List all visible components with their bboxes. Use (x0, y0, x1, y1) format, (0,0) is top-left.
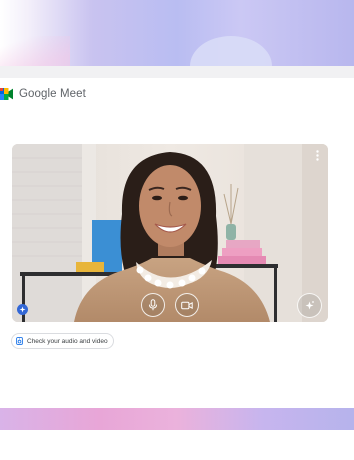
video-camera-icon (181, 301, 193, 309)
camera-toggle-button[interactable] (175, 293, 199, 317)
speaker-check-icon (16, 337, 23, 345)
top-background-gradient (0, 0, 354, 96)
visual-effects-badge[interactable] (17, 304, 28, 315)
bottom-base (0, 430, 354, 460)
microphone-toggle-button[interactable] (141, 293, 165, 317)
bottom-background-gradient (0, 408, 354, 430)
visual-effects-icon (19, 306, 26, 313)
gradient-shine (0, 36, 70, 66)
app-name: Google Meet (19, 88, 86, 100)
google-meet-logo-icon (0, 88, 13, 100)
check-audio-video-button[interactable]: Check your audio and video (11, 333, 114, 349)
camera-preview-image (12, 144, 328, 322)
apply-effects-button[interactable] (297, 293, 322, 318)
sparkle-effects-icon (305, 301, 314, 310)
camera-preview (12, 144, 328, 322)
window-titlebar (0, 66, 354, 78)
more-options-button[interactable] (312, 148, 322, 162)
microphone-icon (149, 299, 157, 311)
check-audio-video-label: Check your audio and video (27, 337, 108, 345)
app-header: Google Meet (0, 86, 86, 102)
more-vert-icon (315, 149, 319, 161)
